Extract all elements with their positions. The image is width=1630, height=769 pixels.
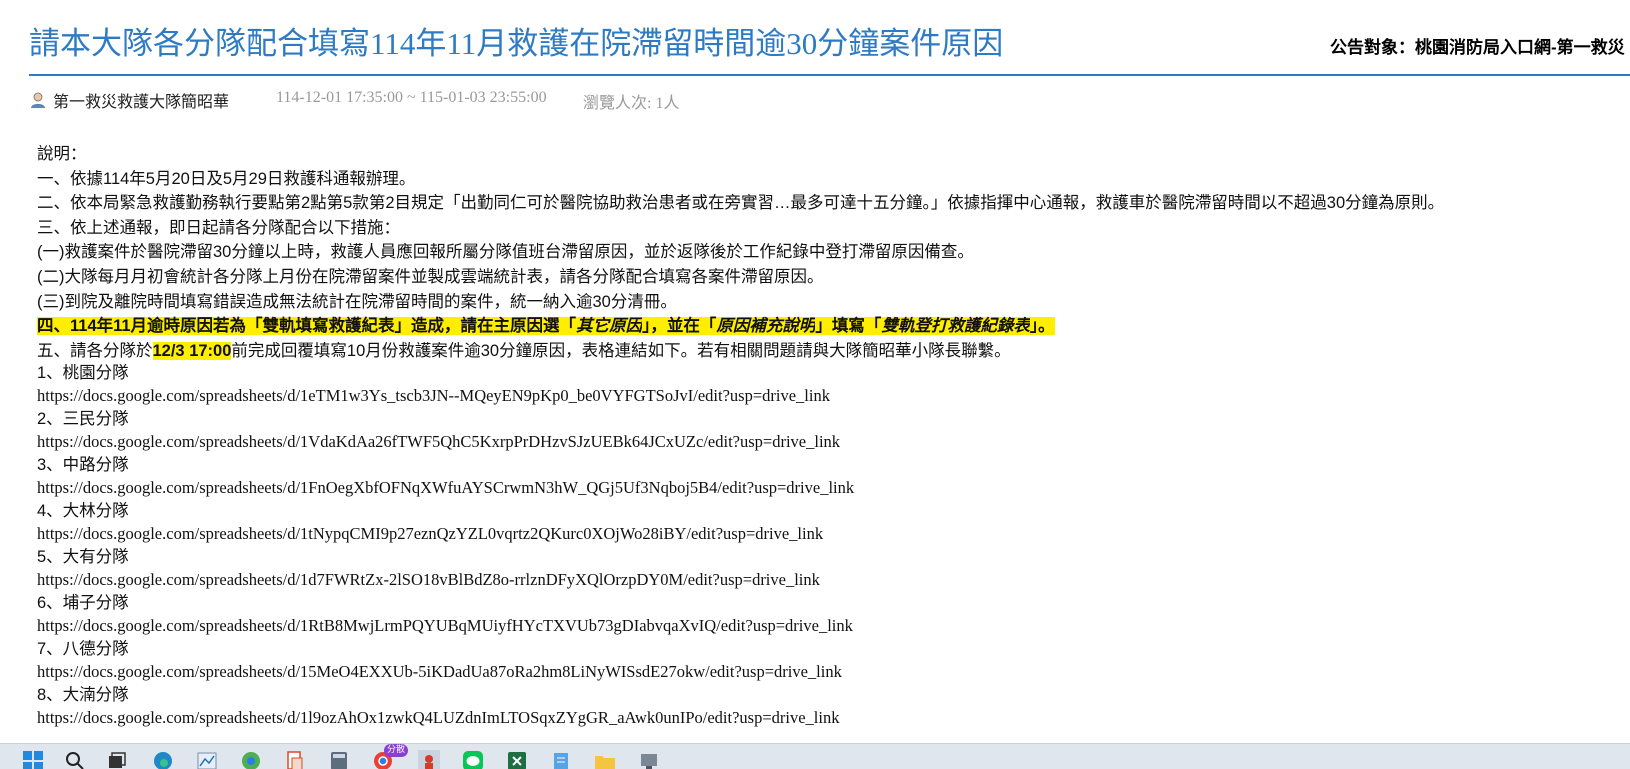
p4-text: 」。 [1030, 317, 1055, 335]
p4-emphasis-2: 原因補充說明 [716, 317, 815, 335]
notepad-icon[interactable] [550, 750, 572, 769]
page-title: 請本大隊各分隊配合填寫114年11月救護在院滯留時間逾30分鐘案件原因 [29, 18, 1003, 63]
paragraph-3a: (一)救護案件於醫院滯留30分鐘以上時，救護人員應回報所屬分隊值班台滯留原因，並… [37, 240, 1627, 265]
paragraph-3c: (三)到院及離院時間填寫錯誤造成無法統計在院滯留時間的案件，統一納入逾30分清冊… [37, 290, 1627, 315]
deadline: 12/3 17:00 [153, 342, 232, 360]
branch-spreadsheet-link[interactable]: https://docs.google.com/spreadsheets/d/1… [37, 523, 1627, 548]
branch-spreadsheet-link[interactable]: https://docs.google.com/spreadsheets/d/1… [37, 477, 1627, 502]
windows-start-icon[interactable] [22, 750, 44, 769]
author-name: 第一救災救護大隊簡昭華 [53, 88, 229, 112]
branch-name: 1、桃園分隊 [37, 363, 1627, 385]
folder-icon[interactable] [594, 750, 616, 769]
audience-label: 公告對象：桃園消防局入口網-第一救災 [1330, 33, 1625, 58]
paragraph-5: 五、請各分隊於12/3 17:00前完成回覆填寫10月份救護案件逾30分鐘原因，… [37, 339, 1627, 364]
date-range: 114-12-01 17:35:00 ~ 115-01-03 23:55:00 [276, 89, 547, 111]
calculator-icon[interactable] [328, 750, 350, 769]
user-icon [29, 91, 47, 109]
branch-spreadsheet-link[interactable]: https://docs.google.com/spreadsheets/d/1… [37, 385, 1627, 410]
branch-name: 8、大湳分隊 [37, 685, 1627, 707]
paragraph-2: 二、依本局緊急救護勤務執行要點第2點第5款第2目規定「出勤同仁可於醫院協助救治患… [37, 191, 1627, 216]
chrome-badge: 分散 [384, 744, 408, 757]
task-view-icon[interactable] [106, 750, 128, 769]
paragraph-4: 四、114年11月逾時原因若為「雙軌填寫救護紀表」造成，請在主原因選「其它原因」… [37, 314, 1627, 339]
search-icon[interactable] [64, 750, 86, 769]
p5-text: 前完成回覆填寫10月份救護案件逾30分鐘原因，表格連結如下。若有相關問題請與大隊… [231, 342, 1010, 360]
branch-spreadsheet-link[interactable]: https://docs.google.com/spreadsheets/d/1… [37, 431, 1627, 456]
branch-spreadsheet-link[interactable]: https://docs.google.com/spreadsheets/d/1… [37, 707, 1627, 732]
branch-name: 7、八德分隊 [37, 639, 1627, 661]
announcement-body: 說明： 一、依據114年5月20日及5月29日救護科通報辦理。 二、依本局緊急救… [37, 142, 1627, 731]
branch-name: 3、中路分隊 [37, 455, 1627, 477]
author: 第一救災救護大隊簡昭華 [29, 89, 229, 111]
branch-name: 2、三民分隊 [37, 409, 1627, 431]
taskbar: 分散 [0, 743, 1630, 769]
p4-text: 四、114年11月逾時原因若為「雙軌填寫救護紀表」造成，請在主原因選「 [37, 317, 576, 335]
branch-link-list: 1、桃園分隊https://docs.google.com/spreadshee… [37, 363, 1627, 731]
branch-spreadsheet-link[interactable]: https://docs.google.com/spreadsheets/d/1… [37, 661, 1627, 686]
intro: 說明： [37, 142, 1627, 167]
title-divider [29, 74, 1630, 76]
settings-icon[interactable] [638, 750, 660, 769]
excel-icon[interactable] [506, 750, 528, 769]
p4-text: 」，並在「 [642, 317, 716, 335]
chart-app-icon[interactable] [196, 750, 218, 769]
branch-name: 6、埔子分隊 [37, 593, 1627, 615]
p4-emphasis-3: 雙軌登打救護紀錄表 [881, 317, 1030, 335]
file-icon[interactable] [284, 750, 306, 769]
p4-emphasis-1: 其它原因 [576, 317, 642, 335]
paragraph-3b: (二)大隊每月月初會統計各分隊上月份在院滯留案件並製成雲端統計表，請各分隊配合填… [37, 265, 1627, 290]
view-count: 瀏覽人次: 1人 [583, 89, 679, 111]
p4-text: 」填寫「 [815, 317, 881, 335]
app-icon[interactable] [418, 750, 440, 769]
line-icon[interactable] [462, 750, 484, 769]
p5-text: 五、請各分隊於 [37, 342, 153, 360]
paragraph-1: 一、依據114年5月20日及5月29日救護科通報辦理。 [37, 167, 1627, 192]
branch-spreadsheet-link[interactable]: https://docs.google.com/spreadsheets/d/1… [37, 569, 1627, 594]
branch-name: 5、大有分隊 [37, 547, 1627, 569]
chrome-profile-icon[interactable] [240, 750, 262, 769]
edge-browser-icon[interactable] [152, 750, 174, 769]
paragraph-3: 三、依上述通報，即日起請各分隊配合以下措施： [37, 216, 1627, 241]
branch-spreadsheet-link[interactable]: https://docs.google.com/spreadsheets/d/1… [37, 615, 1627, 640]
branch-name: 4、大林分隊 [37, 501, 1627, 523]
